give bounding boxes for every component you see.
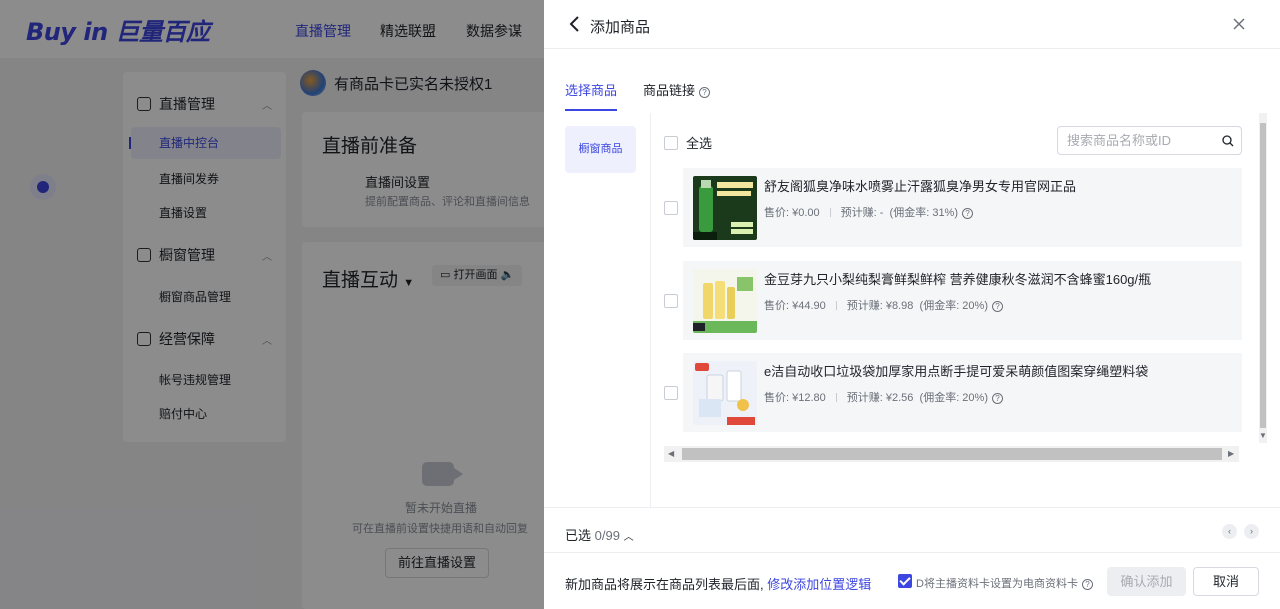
chevron-up-icon: ︿ — [623, 532, 634, 543]
drawer-header: 添加商品 — [544, 0, 1280, 49]
product-thumbnail — [693, 176, 757, 240]
product-checkbox[interactable] — [664, 294, 678, 308]
product-thumbnail — [693, 269, 757, 333]
product-row[interactable]: 金豆芽九只小梨纯梨膏鲜梨鲜榨 营养健康秋冬滋润不含蜂蜜160g/瓶 售价: ¥4… — [664, 261, 1242, 340]
drawer-footer: 新加商品将展示在商品列表最后面, 修改添加位置逻辑 D将主播资料卡设置为电商资料… — [544, 552, 1280, 609]
product-price: 售价: ¥12.80 — [764, 392, 826, 404]
product-rate: (佣金率: 20%) — [919, 392, 988, 404]
confirm-add-button[interactable]: 确认添加 — [1107, 567, 1186, 596]
product-name: 金豆芽九只小梨纯梨膏鲜梨鲜榨 营养健康秋冬滋润不含蜂蜜160g/瓶 — [764, 272, 1152, 287]
prev-page-icon[interactable]: ‹ — [1222, 524, 1237, 539]
product-meta: 售价: ¥0.00 预计赚: - (佣金率: 31%)? — [764, 204, 974, 220]
modify-position-link[interactable]: 修改添加位置逻辑 — [767, 577, 871, 592]
help-icon[interactable]: ? — [992, 393, 1003, 404]
product-row[interactable]: 舒友阁狐臭净味水喷雾止汗露狐臭净男女专用官网正品 售价: ¥0.00 预计赚: -… — [664, 168, 1242, 247]
cancel-button[interactable]: 取消 — [1193, 567, 1259, 596]
product-checkbox[interactable] — [664, 386, 678, 400]
close-icon[interactable] — [1231, 16, 1247, 32]
product-name: 舒友阁狐臭净味水喷雾止汗露狐臭净男女专用官网正品 — [764, 179, 1077, 194]
help-icon[interactable]: ? — [1081, 579, 1093, 590]
scroll-right-icon[interactable]: ▶ — [1228, 449, 1234, 458]
profile-card-label: D将主播资料卡设置为电商资料卡? — [916, 575, 1093, 591]
left-nav-window-products[interactable]: 橱窗商品 — [565, 126, 636, 173]
footer-note: 新加商品将展示在商品列表最后面, 修改添加位置逻辑 — [565, 577, 872, 592]
drawer-title: 添加商品 — [590, 19, 651, 36]
product-earn: 预计赚: - — [840, 207, 884, 219]
tab-select-products[interactable]: 选择商品 — [565, 80, 618, 111]
product-meta: 售价: ¥12.80 预计赚: ¥2.56 (佣金率: 20%)? — [764, 389, 1003, 405]
selected-bar: 已选 0/99 ︿ ‹ › — [544, 507, 1280, 552]
horizontal-scrollbar[interactable]: ◀ ▶ — [664, 446, 1239, 462]
product-thumbnail — [693, 361, 757, 425]
product-earn: 预计赚: ¥8.98 — [846, 300, 914, 312]
tab-product-link[interactable]: 商品链接? — [643, 80, 711, 99]
profile-card-checkbox[interactable] — [898, 574, 912, 588]
selected-count[interactable]: 已选 0/99 ︿ — [565, 525, 634, 544]
product-list: 舒友阁狐臭净味水喷雾止汗露狐臭净男女专用官网正品 售价: ¥0.00 预计赚: -… — [651, 113, 1259, 473]
next-page-icon[interactable]: › — [1244, 524, 1259, 539]
product-earn: 预计赚: ¥2.56 — [846, 392, 914, 404]
left-nav: 橱窗商品 — [544, 113, 651, 507]
back-arrow-icon[interactable] — [568, 15, 582, 33]
help-icon[interactable]: ? — [992, 301, 1003, 312]
product-meta: 售价: ¥44.90 预计赚: ¥8.98 (佣金率: 20%)? — [764, 297, 1003, 313]
help-icon[interactable]: ? — [962, 208, 974, 219]
scrollbar-thumb[interactable] — [1260, 123, 1266, 428]
product-row[interactable]: e洁自动收口垃圾袋加厚家用点断手提可爱呆萌颜值图案穿绳塑料袋 售价: ¥12.8… — [664, 353, 1242, 432]
product-price: 售价: ¥0.00 — [764, 207, 820, 219]
scroll-left-icon[interactable]: ◀ — [668, 449, 674, 458]
product-name: e洁自动收口垃圾袋加厚家用点断手提可爱呆萌颜值图案穿绳塑料袋 — [764, 364, 1149, 379]
scrollbar-thumb[interactable] — [682, 448, 1222, 460]
vertical-scrollbar[interactable]: ▼ — [1259, 113, 1267, 443]
add-product-drawer: 添加商品 选择商品 商品链接? 橱窗商品 全选 舒友阁狐臭净 — [544, 0, 1280, 609]
product-checkbox[interactable] — [664, 201, 678, 215]
scroll-down-icon[interactable]: ▼ — [1259, 431, 1267, 440]
product-price: 售价: ¥44.90 — [764, 300, 826, 312]
product-rate: (佣金率: 31%) — [889, 207, 959, 219]
product-rate: (佣金率: 20%) — [919, 300, 988, 312]
help-icon[interactable]: ? — [699, 87, 711, 98]
